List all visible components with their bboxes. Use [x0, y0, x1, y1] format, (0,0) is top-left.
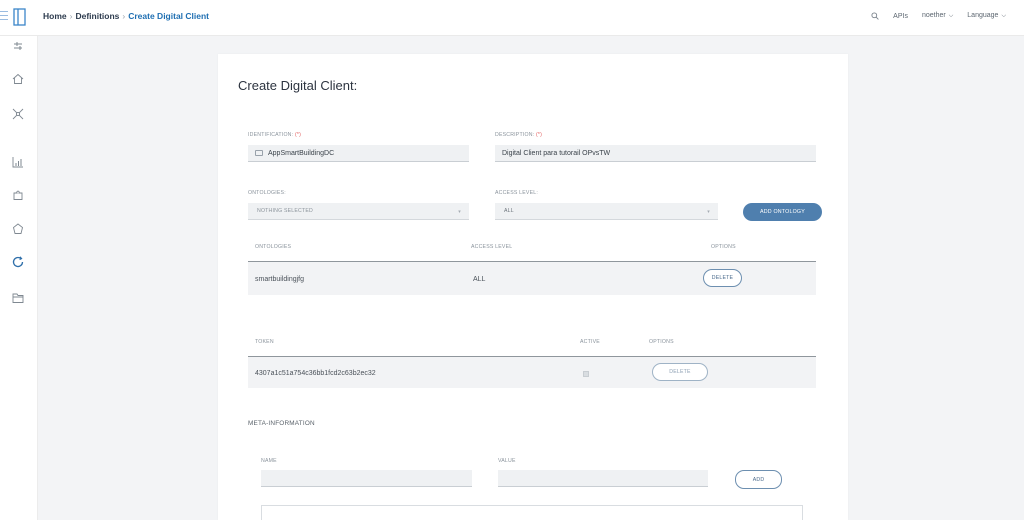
sliders-icon[interactable]: [11, 40, 25, 54]
access-level-select[interactable]: ALL ▾: [495, 203, 718, 220]
ontology-name: smartbuildingjfg: [255, 276, 305, 283]
puzzle-icon[interactable]: [11, 188, 25, 202]
table-row: smartbuildingjfg ALL DELETE: [248, 261, 816, 295]
th-token: TOKEN: [255, 339, 274, 345]
ontologies-label: ONTOLOGIES:: [248, 190, 286, 196]
language-menu[interactable]: Language ⌵: [967, 12, 1006, 20]
book-logo-icon[interactable]: [12, 7, 28, 27]
table-row: 4307a1c51a754c36bb1fcd2c63b2ec32 DELETE: [248, 356, 816, 388]
menu-icon[interactable]: [0, 11, 8, 21]
language-label: Language: [967, 12, 999, 19]
breadcrumb-current: Create Digital Client: [128, 11, 210, 21]
sidebar: [0, 36, 38, 520]
header-actions: APIs noether ⌵ Language ⌵: [871, 12, 1006, 20]
name-label: NAME: [261, 458, 277, 464]
breadcrumb-definitions[interactable]: Definitions: [75, 11, 119, 21]
ontology-access: ALL: [473, 276, 486, 283]
top-header: Home › Definitions › Create Digital Client A…: [0, 0, 1024, 36]
access-level-label: ACCESS LEVEL:: [495, 190, 538, 196]
user-name: noether: [921, 12, 946, 19]
ontologies-select[interactable]: NOTHING SELECTED ▾: [248, 203, 469, 220]
th-ontologies: ONTOLOGIES: [255, 244, 292, 250]
network-icon[interactable]: [11, 107, 25, 121]
identification-label: IDENTIFICATION: (*): [248, 132, 301, 138]
identification-field[interactable]: AppSmartBuildingDC: [248, 145, 469, 162]
ontologies-select-value: NOTHING SELECTED: [257, 208, 313, 214]
description-label-text: DESCRIPTION:: [495, 132, 535, 138]
page-title: Create Digital Client:: [238, 78, 358, 93]
description-field[interactable]: Digital Client para tutorail OPvsTW: [495, 145, 816, 162]
caret-down-icon: ▾: [707, 209, 710, 215]
chart-icon[interactable]: [11, 155, 25, 169]
access-level-select-value: ALL: [504, 208, 514, 214]
cycle-icon[interactable]: [11, 222, 25, 236]
token-value: 4307a1c51a754c36bb1fcd2c63b2ec32: [255, 370, 376, 377]
folder-icon[interactable]: [11, 291, 25, 305]
chevron-down-icon: ⌵: [948, 13, 954, 19]
value-label: VALUE: [498, 458, 516, 464]
user-menu[interactable]: noether ⌵: [922, 12, 953, 20]
delete-token-button[interactable]: DELETE: [652, 363, 708, 381]
th-token-options: OPTIONS: [649, 339, 674, 345]
create-client-card: Create Digital Client: IDENTIFICATION: (…: [218, 54, 848, 520]
th-access-level: ACCESS LEVEL: [471, 244, 513, 250]
breadcrumb: Home › Definitions › Create Digital Client: [43, 11, 209, 21]
caret-down-icon: ▾: [458, 209, 461, 215]
required-mark: (*): [294, 132, 302, 138]
description-label: DESCRIPTION: (*): [495, 132, 542, 138]
meta-json-textarea[interactable]: [261, 505, 803, 520]
active-checkbox[interactable]: [583, 371, 589, 377]
chevron-down-icon: ⌵: [1001, 13, 1006, 19]
home-icon[interactable]: [11, 72, 25, 86]
value-input[interactable]: [498, 470, 708, 487]
breadcrumb-separator: ›: [69, 11, 73, 21]
identification-label-text: IDENTIFICATION:: [248, 132, 294, 138]
delete-ontology-button[interactable]: DELETE: [703, 269, 742, 287]
meta-information-title: META-INFORMATION: [248, 420, 315, 427]
add-meta-button[interactable]: ADD: [735, 470, 782, 489]
apis-link[interactable]: APIs: [893, 13, 908, 20]
th-options: OPTIONS: [711, 244, 736, 250]
breadcrumb-separator: ›: [122, 11, 126, 21]
th-active: ACTIVE: [580, 339, 600, 345]
search-icon[interactable]: [871, 12, 879, 20]
required-mark: (*): [535, 132, 543, 138]
identification-value: AppSmartBuildingDC: [268, 149, 335, 157]
refresh-icon[interactable]: [11, 255, 25, 269]
id-card-icon: [255, 150, 263, 156]
add-ontology-button[interactable]: ADD ONTOLOGY: [743, 203, 822, 221]
name-input[interactable]: [261, 470, 472, 487]
description-value: Digital Client para tutorail OPvsTW: [502, 149, 611, 157]
breadcrumb-home[interactable]: Home: [43, 11, 67, 21]
